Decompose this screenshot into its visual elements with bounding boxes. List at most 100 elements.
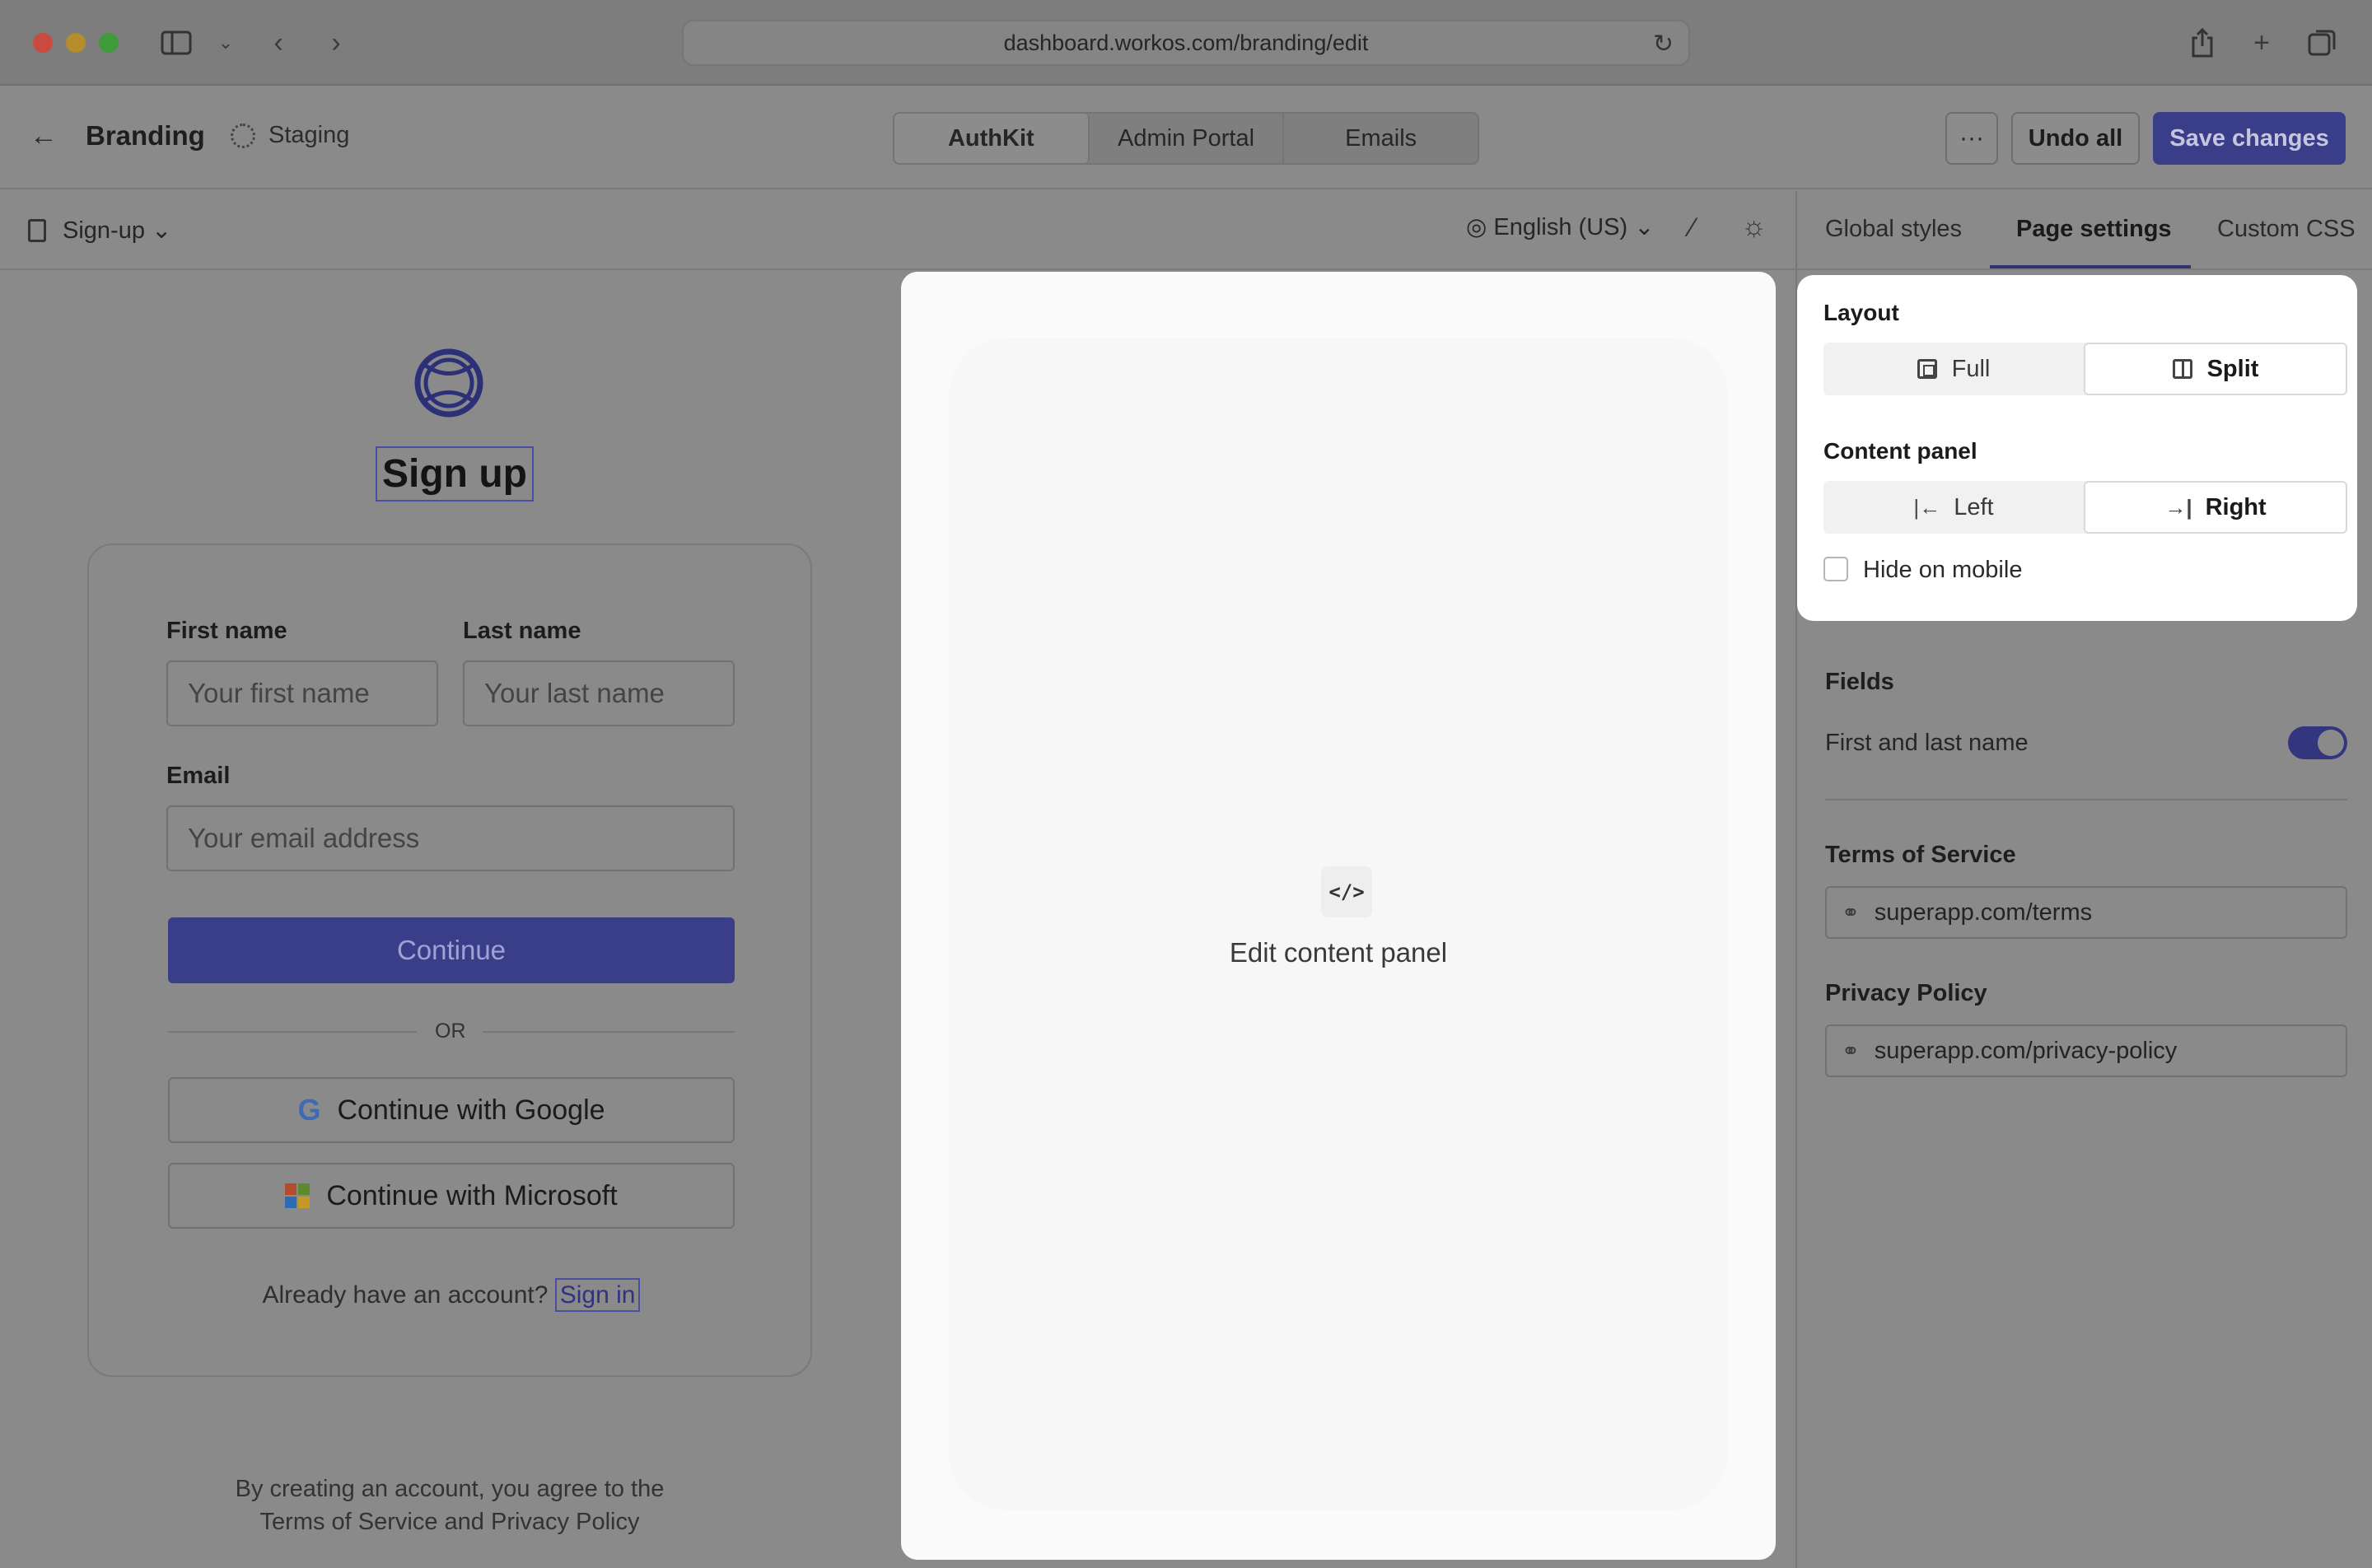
privacy-url-input[interactable]: ⚭ superapp.com/privacy-policy: [1825, 1024, 2347, 1077]
zoom-window-button[interactable]: [99, 33, 119, 53]
full-layout-icon: [1917, 359, 1937, 379]
brand-logo-icon: [414, 348, 483, 418]
sidebar-toggle-icon[interactable]: [160, 26, 193, 59]
panel-right-option[interactable]: →| Right: [2084, 481, 2347, 534]
save-changes-button[interactable]: Save changes: [2153, 112, 2346, 165]
account-prompt-text: Already have an account?: [262, 1281, 549, 1309]
undo-all-button[interactable]: Undo all: [2011, 112, 2140, 165]
last-name-label: Last name: [463, 618, 581, 644]
terms-line-1: By creating an account, you agree to the: [235, 1476, 665, 1502]
link-icon: ⚭: [1842, 1038, 1860, 1063]
layout-full-label: Full: [1951, 355, 1991, 382]
content-panel-preview[interactable]: </> Edit content panel: [901, 272, 1776, 1560]
app-header: ← Branding Staging AuthKit Admin Portal …: [0, 87, 2372, 189]
terms-url-value: superapp.com/terms: [1874, 898, 2093, 926]
panel-left-option[interactable]: |← Left: [1823, 481, 2084, 534]
tab-overview-icon[interactable]: [2306, 26, 2339, 59]
layout-split-label: Split: [2206, 355, 2259, 382]
page-selector[interactable]: Sign-up ⌄: [63, 216, 171, 245]
more-options-button[interactable]: ···: [1945, 112, 1998, 165]
forward-icon[interactable]: ›: [320, 26, 353, 59]
edit-content-panel-label[interactable]: Edit content panel: [901, 937, 1776, 968]
signup-preview: Sign up First name Last name Your first …: [0, 272, 899, 1568]
content-panel-position-toggle: |← Left →| Right: [1823, 481, 2347, 534]
link-icon: ⚭: [1842, 899, 1860, 925]
product-tabs: AuthKit Admin Portal Emails: [893, 112, 1479, 165]
first-name-label: First name: [166, 618, 287, 644]
divider: [168, 1031, 417, 1033]
first-name-input[interactable]: Your first name: [166, 660, 438, 726]
signup-heading[interactable]: Sign up: [376, 446, 534, 502]
or-separator: OR: [435, 1020, 466, 1043]
terms-line-2[interactable]: Terms of Service and Privacy Policy: [87, 1505, 812, 1538]
settings-tabs: Global styles Page settings Custom CSS: [1797, 191, 2372, 270]
align-right-icon: →|: [2164, 494, 2192, 520]
environment-icon: [231, 124, 255, 148]
layout-toggle: Full Split: [1823, 343, 2347, 395]
terms-of-service-heading: Terms of Service: [1825, 842, 2016, 868]
layout-heading: Layout: [1823, 300, 1899, 325]
preview-toolbar: Sign-up ⌄ ◎ English (US) ⌄ ⁄ ☼: [0, 191, 1795, 270]
url-text: dashboard.workos.com/branding/edit: [1003, 30, 1369, 55]
back-arrow-icon[interactable]: ←: [30, 120, 58, 152]
toggle-knob: [2318, 730, 2344, 756]
email-input[interactable]: Your email address: [166, 805, 735, 871]
hide-on-mobile-label[interactable]: Hide on mobile: [1863, 557, 2022, 584]
hide-on-mobile-checkbox[interactable]: [1823, 557, 1848, 581]
reload-icon[interactable]: ↻: [1653, 30, 1674, 58]
address-bar[interactable]: dashboard.workos.com/branding/edit ↻: [682, 20, 1690, 66]
terms-url-input[interactable]: ⚭ superapp.com/terms: [1825, 886, 2347, 939]
signin-prompt: Already have an account? Sign in: [89, 1278, 814, 1312]
google-signin-button[interactable]: G Continue with Google: [168, 1077, 735, 1143]
active-tab-indicator: [1990, 265, 2191, 268]
globe-icon: ◎: [1466, 214, 1494, 240]
page-icon: [28, 219, 46, 242]
tab-global-styles[interactable]: Global styles: [1825, 216, 1962, 243]
minimize-window-button[interactable]: [66, 33, 86, 53]
new-tab-icon[interactable]: +: [2245, 26, 2278, 59]
split-layout-icon: [2172, 359, 2192, 379]
signin-link[interactable]: Sign in: [554, 1278, 641, 1312]
panel-right-label: Right: [2205, 493, 2267, 520]
fields-heading: Fields: [1825, 669, 1894, 695]
google-button-label: Continue with Google: [337, 1094, 605, 1126]
language-selector[interactable]: ◎ English (US) ⌄: [1466, 212, 1655, 241]
close-window-button[interactable]: [33, 33, 53, 53]
layout-settings-popover: Layout Full Split Content panel |← Left …: [1797, 275, 2357, 621]
divider: [1825, 799, 2347, 800]
theme-sun-icon[interactable]: ☼: [1741, 211, 1767, 243]
chevron-down-icon: ⌄: [152, 217, 172, 244]
email-label: Email: [166, 763, 231, 789]
page-selector-label: Sign-up: [63, 217, 145, 244]
layout-split-option[interactable]: Split: [2084, 343, 2347, 395]
browser-toolbar: ⌄ ‹ › dashboard.workos.com/branding/edit…: [0, 0, 2372, 86]
align-left-icon: |←: [1913, 494, 1941, 520]
page-title: Branding: [86, 120, 205, 151]
tab-custom-css[interactable]: Custom CSS: [2217, 216, 2356, 243]
first-last-name-label: First and last name: [1825, 730, 2029, 756]
tab-admin-portal[interactable]: Admin Portal: [1090, 114, 1285, 163]
privacy-url-value: superapp.com/privacy-policy: [1874, 1037, 2178, 1064]
magic-wand-icon[interactable]: ⁄: [1690, 212, 1694, 243]
privacy-policy-heading: Privacy Policy: [1825, 980, 1987, 1006]
microsoft-icon: [285, 1183, 311, 1208]
tab-authkit[interactable]: AuthKit: [894, 114, 1090, 163]
chevron-down-icon[interactable]: ⌄: [209, 26, 242, 59]
environment-label[interactable]: Staging: [268, 122, 349, 149]
share-icon[interactable]: [2186, 26, 2219, 59]
layout-full-option[interactable]: Full: [1823, 343, 2084, 395]
first-last-name-toggle[interactable]: [2288, 726, 2347, 759]
continue-button[interactable]: Continue: [168, 917, 735, 983]
microsoft-button-label: Continue with Microsoft: [326, 1179, 618, 1211]
google-icon: G: [297, 1093, 321, 1127]
language-label: English (US): [1493, 214, 1628, 240]
last-name-input[interactable]: Your last name: [463, 660, 735, 726]
microsoft-signin-button[interactable]: Continue with Microsoft: [168, 1163, 735, 1229]
back-icon[interactable]: ‹: [262, 26, 295, 59]
terms-notice: By creating an account, you agree to the…: [87, 1472, 812, 1538]
content-panel-heading: Content panel: [1823, 438, 1977, 464]
code-icon[interactable]: </>: [1321, 866, 1372, 917]
tab-page-settings[interactable]: Page settings: [2016, 216, 2172, 243]
tab-emails[interactable]: Emails: [1284, 114, 1478, 163]
signup-card: First name Last name Your first name You…: [87, 544, 812, 1377]
